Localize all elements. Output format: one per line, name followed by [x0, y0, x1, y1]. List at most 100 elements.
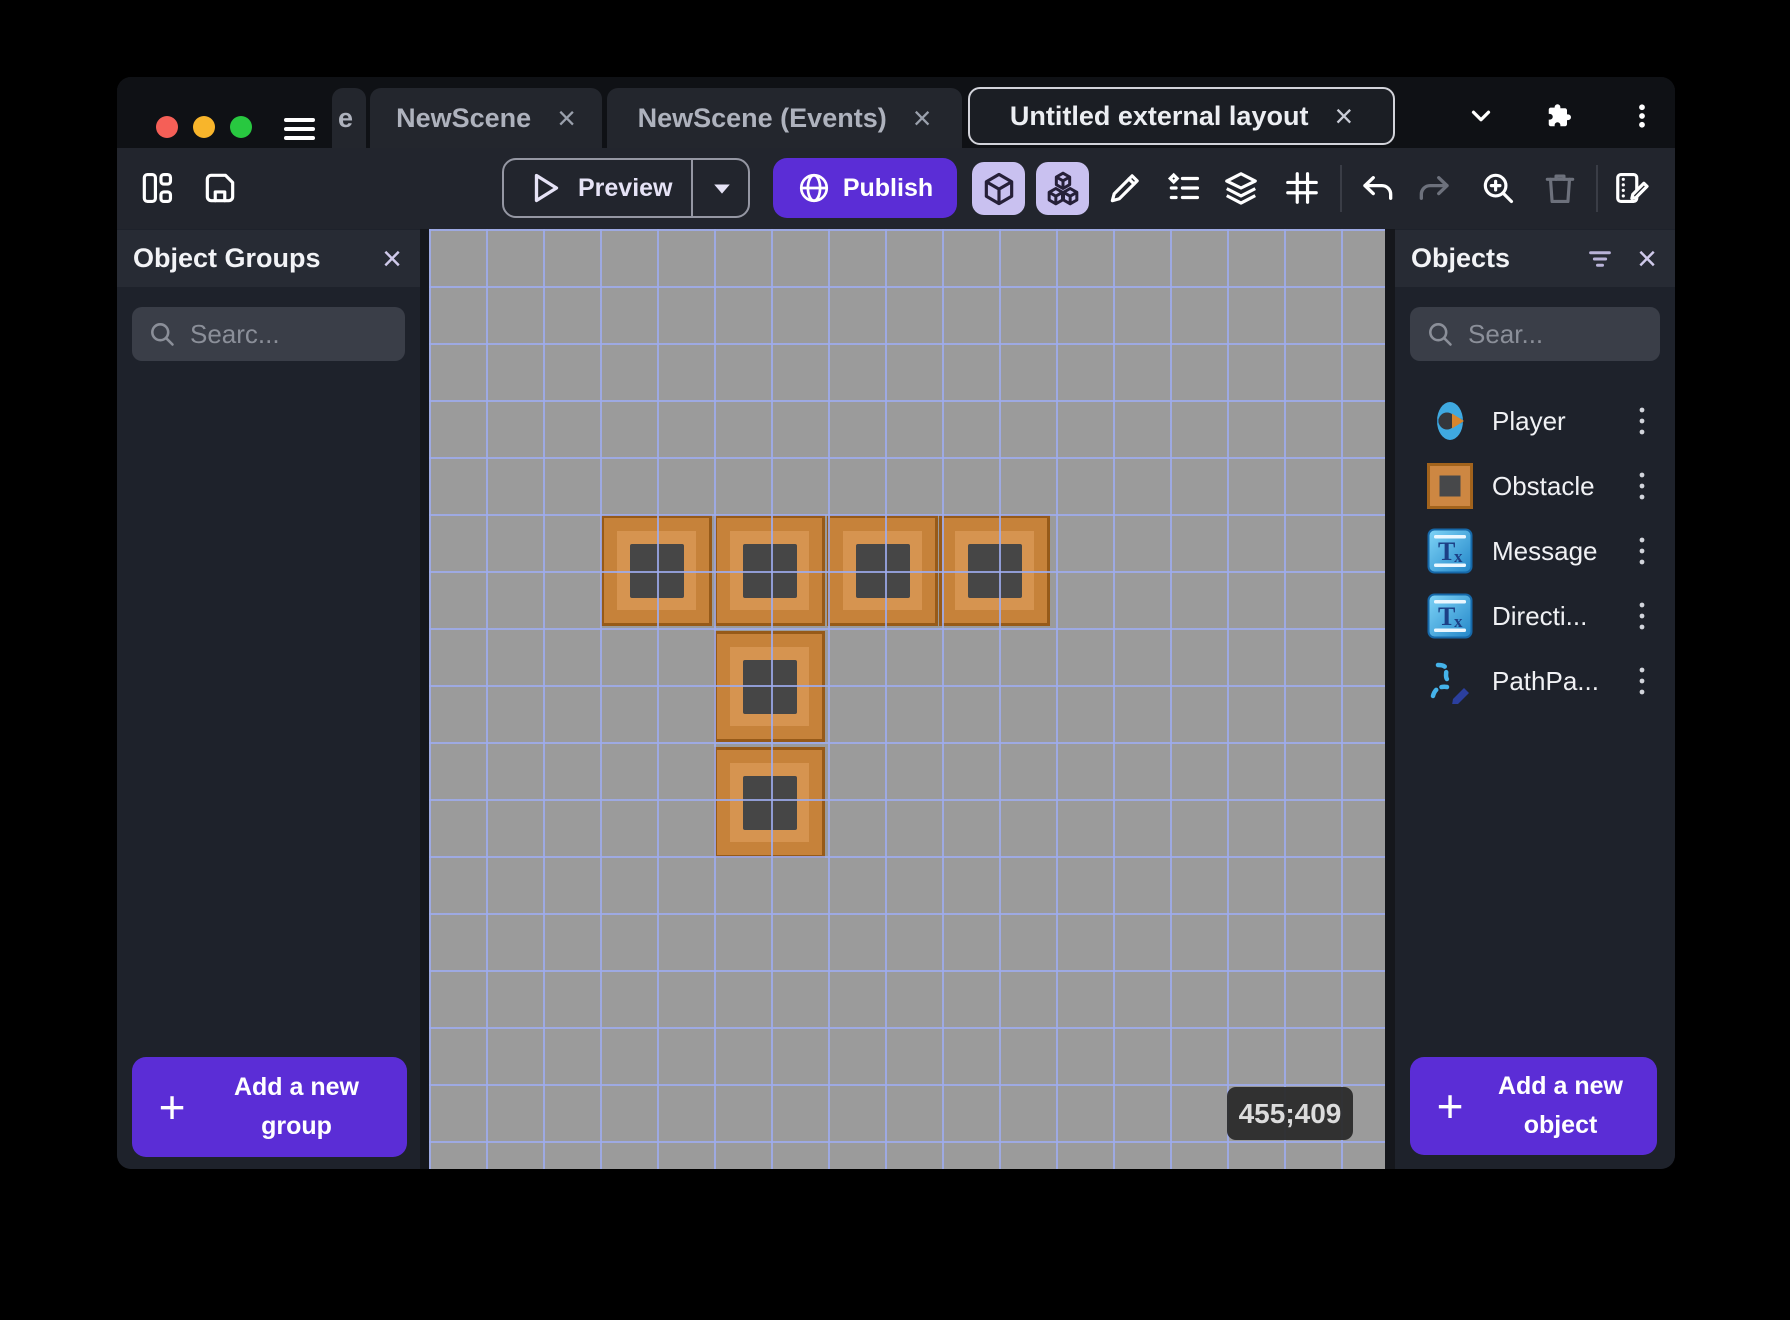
- tab-label: NewScene: [396, 102, 532, 133]
- obstacle-instance[interactable]: [601, 515, 712, 626]
- objects-title: Objects: [1411, 243, 1511, 273]
- edit-instances-mode-button[interactable]: [1036, 162, 1089, 215]
- chevron-down-icon[interactable]: [1466, 101, 1496, 131]
- objects-search[interactable]: [1410, 307, 1660, 361]
- extensions-puzzle-icon[interactable]: [1545, 101, 1575, 131]
- gdevelop-window: e NewScene × NewScene (Events) × Untitle…: [117, 77, 1675, 1169]
- search-icon: [1429, 323, 1452, 346]
- tab-label: Untitled external layout: [1009, 100, 1309, 131]
- add-group-label-line2: group: [261, 1112, 332, 1140]
- object-groups-search-input[interactable]: [188, 317, 405, 351]
- canvas-grid: [429, 229, 1385, 1169]
- obstacle-instance[interactable]: [939, 515, 1050, 626]
- object-name: Obstacle: [1492, 470, 1595, 501]
- close-panel-icon[interactable]: ×: [1637, 242, 1657, 276]
- objects-search-input[interactable]: [1466, 317, 1660, 351]
- edit-pencil-icon[interactable]: [1106, 169, 1144, 207]
- path-paint-icon: [1427, 658, 1473, 704]
- tab-close-icon[interactable]: ×: [557, 102, 576, 134]
- tab-hidden-partial[interactable]: e: [332, 88, 366, 148]
- obstacle-icon: [1427, 463, 1473, 509]
- plus-icon: +: [1436, 1080, 1464, 1132]
- object-groups-search[interactable]: [132, 307, 405, 361]
- close-window-button[interactable]: [156, 116, 178, 138]
- grid-icon[interactable]: [1283, 169, 1321, 207]
- object-row-obstacle[interactable]: Obstacle: [1395, 454, 1675, 518]
- tab-newscene[interactable]: NewScene ×: [370, 88, 602, 148]
- toolbar-divider: [1596, 165, 1598, 212]
- plus-icon: +: [158, 1081, 186, 1133]
- tab-close-icon[interactable]: ×: [913, 102, 932, 134]
- svg-text:x: x: [1454, 612, 1463, 631]
- main-menu-icon[interactable]: [284, 118, 315, 140]
- layers-icon[interactable]: [1222, 169, 1260, 207]
- open-panels-icon[interactable]: [138, 169, 176, 207]
- add-group-button[interactable]: + Add a new group: [132, 1057, 407, 1157]
- object-row-message[interactable]: Tx Message: [1395, 519, 1675, 583]
- cube-icon: [984, 172, 1013, 205]
- zoom-in-icon[interactable]: [1479, 169, 1517, 207]
- toolbar: Preview Publish: [117, 148, 1675, 229]
- preview-split-divider: [690, 160, 693, 216]
- object-kebab-icon[interactable]: [1629, 664, 1655, 698]
- tab-untitled-external-layout[interactable]: Untitled external layout ×: [968, 87, 1395, 145]
- preview-button[interactable]: Preview: [502, 158, 750, 218]
- tab-close-icon[interactable]: ×: [1334, 100, 1353, 132]
- search-icon: [151, 323, 174, 346]
- svg-text:T: T: [1438, 602, 1455, 631]
- objects-panel: Objects × Player Obstacle Tx: [1395, 229, 1675, 1169]
- add-group-label-line1: Add a new: [233, 1073, 359, 1101]
- globe-icon: [799, 173, 828, 203]
- screenshot-stage: e NewScene × NewScene (Events) × Untitle…: [0, 0, 1790, 1320]
- save-icon[interactable]: [201, 169, 239, 207]
- object-groups-header: Object Groups ×: [117, 230, 420, 287]
- object-row-pathpaint[interactable]: PathPa...: [1395, 649, 1675, 713]
- scene-canvas[interactable]: 455;409: [429, 229, 1385, 1169]
- events-sheet-edit-icon[interactable]: [1613, 169, 1651, 207]
- trash-icon[interactable]: [1541, 169, 1579, 207]
- publish-label: Publish: [842, 173, 934, 202]
- object-groups-title: Object Groups: [133, 243, 321, 273]
- text-object-icon: Tx: [1427, 593, 1473, 639]
- objects-header: Objects ×: [1395, 230, 1675, 287]
- filter-icon[interactable]: [1585, 244, 1615, 274]
- tab-newscene-events[interactable]: NewScene (Events) ×: [607, 88, 962, 148]
- svg-text:x: x: [1454, 547, 1463, 566]
- edit-objects-mode-button[interactable]: [972, 162, 1025, 215]
- add-object-button[interactable]: + Add a new object: [1410, 1057, 1657, 1155]
- object-kebab-icon[interactable]: [1629, 469, 1655, 503]
- object-name: Player: [1492, 405, 1566, 436]
- svg-text:T: T: [1438, 537, 1455, 566]
- cursor-coordinates-badge: 455;409: [1227, 1087, 1353, 1140]
- object-name: PathPa...: [1492, 665, 1599, 696]
- cursor-coordinates: 455;409: [1238, 1097, 1342, 1129]
- text-object-icon: Tx: [1427, 528, 1473, 574]
- preview-dropdown-caret-icon[interactable]: [705, 171, 739, 205]
- cubes-icon: [1047, 171, 1078, 205]
- tab-label: e: [338, 102, 354, 133]
- object-kebab-icon[interactable]: [1629, 404, 1655, 438]
- object-name: Message: [1492, 535, 1598, 566]
- redo-icon[interactable]: [1415, 169, 1453, 207]
- object-name: Directi...: [1492, 600, 1588, 631]
- object-row-directions[interactable]: Tx Directi...: [1395, 584, 1675, 648]
- preview-label: Preview: [578, 173, 673, 202]
- obstacle-instance[interactable]: [827, 515, 938, 626]
- object-kebab-icon[interactable]: [1629, 599, 1655, 633]
- player-icon: [1427, 398, 1473, 444]
- add-object-label-line1: Add a new: [1497, 1072, 1623, 1100]
- object-row-player[interactable]: Player: [1395, 389, 1675, 453]
- close-panel-icon[interactable]: ×: [382, 242, 402, 276]
- undo-icon[interactable]: [1359, 169, 1397, 207]
- zoom-window-button[interactable]: [230, 116, 252, 138]
- obstacle-instance[interactable]: [714, 631, 825, 742]
- object-groups-panel: Object Groups × + Add a new group: [117, 229, 420, 1169]
- publish-button[interactable]: Publish: [773, 158, 957, 218]
- obstacle-instance[interactable]: [714, 747, 825, 858]
- tab-label: NewScene (Events): [637, 102, 887, 133]
- kebab-menu-icon[interactable]: [1627, 101, 1657, 131]
- object-kebab-icon[interactable]: [1629, 534, 1655, 568]
- obstacle-instance[interactable]: [714, 515, 825, 626]
- instances-list-icon[interactable]: [1165, 169, 1203, 207]
- minimize-window-button[interactable]: [193, 116, 215, 138]
